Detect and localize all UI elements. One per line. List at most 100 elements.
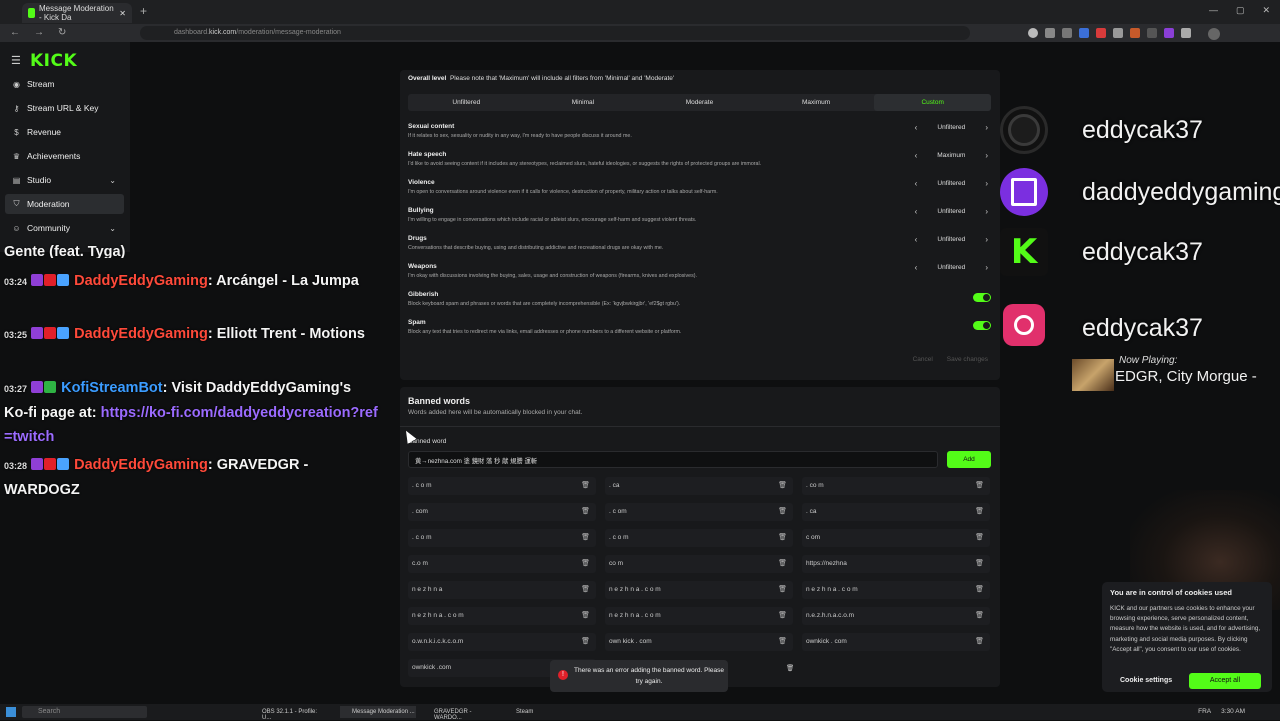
back-icon[interactable]: ← bbox=[10, 27, 20, 38]
banned-word-text: co m bbox=[609, 560, 624, 567]
trash-icon[interactable]: 🗑 bbox=[975, 481, 984, 489]
trash-icon[interactable]: 🗑 bbox=[975, 611, 984, 619]
chevron-right-icon[interactable]: › bbox=[985, 235, 988, 244]
chevron-right-icon[interactable]: › bbox=[985, 151, 988, 160]
chevron-down-icon: ⌄ bbox=[109, 223, 116, 233]
cookie-settings-button[interactable]: Cookie settings bbox=[1120, 677, 1172, 684]
instagram-icon bbox=[1003, 304, 1045, 346]
trash-icon[interactable]: 🗑 bbox=[581, 481, 590, 489]
sidebar-item-moderation[interactable]: ⛉ Moderation bbox=[5, 194, 124, 214]
trash-icon[interactable]: 🗑 bbox=[581, 585, 590, 593]
extension-icon[interactable] bbox=[1062, 28, 1072, 38]
reload-icon[interactable]: ↻ bbox=[58, 27, 66, 38]
extension-icon[interactable] bbox=[1130, 28, 1140, 38]
extension-icon[interactable] bbox=[1028, 28, 1038, 38]
filter-stepper: ‹ Unfiltered › bbox=[914, 235, 988, 244]
chevron-right-icon[interactable]: › bbox=[985, 179, 988, 188]
save-changes-button[interactable]: Save changes bbox=[947, 356, 988, 363]
extension-icon[interactable] bbox=[1147, 28, 1157, 38]
menu-icon[interactable]: ☰ bbox=[11, 54, 21, 67]
trash-icon[interactable]: 🗑 bbox=[975, 637, 984, 645]
taskbar-app-steam[interactable]: Steam bbox=[504, 706, 544, 718]
sidebar-item-achievements[interactable]: ♛ Achievements bbox=[5, 146, 124, 166]
extension-icon[interactable] bbox=[1113, 28, 1123, 38]
taskbar-app-browser[interactable]: Message Moderation ... bbox=[340, 706, 416, 718]
trash-icon[interactable]: 🗑 bbox=[975, 533, 984, 541]
sidebar-item-studio[interactable]: ▤ Studio ⌄ bbox=[5, 170, 124, 190]
sidebar-item-community[interactable]: ☺ Community ⌄ bbox=[5, 218, 124, 238]
chevron-left-icon[interactable]: ‹ bbox=[915, 123, 918, 132]
level-unfiltered[interactable]: Unfiltered bbox=[408, 94, 525, 111]
extension-icon[interactable] bbox=[1079, 28, 1089, 38]
crown-badge-icon bbox=[57, 458, 70, 470]
add-button[interactable]: Add bbox=[947, 451, 991, 468]
extension-icon[interactable] bbox=[1164, 28, 1174, 38]
trash-icon[interactable]: 🗑 bbox=[581, 507, 590, 515]
extension-icon[interactable] bbox=[1181, 28, 1191, 38]
chevron-right-icon[interactable]: › bbox=[985, 263, 988, 272]
trash-icon[interactable]: 🗑 bbox=[975, 507, 984, 515]
trash-icon[interactable]: 🗑 bbox=[778, 637, 787, 645]
taskbar-app-media[interactable]: GRAVEDGR - WARDO... bbox=[422, 706, 498, 721]
trash-icon[interactable]: 🗑 bbox=[778, 507, 787, 515]
kick-logo[interactable]: KICK bbox=[30, 51, 77, 71]
language-indicator[interactable]: FRA bbox=[1198, 708, 1211, 715]
chevron-right-icon[interactable]: › bbox=[985, 123, 988, 132]
gibberish-toggle[interactable] bbox=[973, 293, 991, 302]
cancel-button[interactable]: Cancel bbox=[913, 356, 933, 363]
chevron-left-icon[interactable]: ‹ bbox=[915, 179, 918, 188]
level-custom[interactable]: Custom bbox=[874, 94, 991, 111]
browser-tab[interactable]: Message Moderation - Kick Da ✕ bbox=[22, 3, 132, 23]
dashboard-sidebar: ☰ KICK ◉ Stream ⚷ Stream URL & Key $ Revenu… bbox=[0, 42, 130, 252]
chevron-left-icon[interactable]: ‹ bbox=[915, 263, 918, 272]
broadcaster-badge-icon bbox=[44, 327, 57, 339]
trash-icon[interactable]: 🗑 bbox=[778, 481, 787, 489]
trash-icon[interactable]: 🗑 bbox=[778, 559, 787, 567]
trash-icon[interactable]: 🗑 bbox=[778, 611, 787, 619]
close-window-icon[interactable]: ✕ bbox=[1262, 5, 1270, 16]
crown-badge-icon bbox=[57, 274, 70, 286]
trash-icon[interactable]: 🗑 bbox=[975, 585, 984, 593]
clock[interactable]: 3:30 AM bbox=[1221, 708, 1245, 715]
chevron-left-icon[interactable]: ‹ bbox=[915, 151, 918, 160]
trash-icon[interactable]: 🗑 bbox=[581, 559, 590, 567]
taskbar-search[interactable]: Search bbox=[22, 706, 147, 718]
banned-word-text: n e z h n a . c o m bbox=[609, 612, 661, 619]
sidebar-item-stream[interactable]: ◉ Stream bbox=[5, 74, 124, 94]
filter-bullying: Bullying I'm willing to engage in convers… bbox=[408, 207, 988, 223]
minimize-icon[interactable]: — bbox=[1209, 5, 1218, 16]
level-moderate[interactable]: Moderate bbox=[641, 94, 758, 111]
close-tab-icon[interactable]: ✕ bbox=[119, 9, 126, 18]
sidebar-item-revenue[interactable]: $ Revenue bbox=[5, 122, 124, 142]
trash-icon[interactable]: 🗑 bbox=[778, 585, 787, 593]
url-field[interactable]: dashboard.kick.com/moderation/message-mo… bbox=[140, 26, 970, 40]
sidebar-item-stream-url-key[interactable]: ⚷ Stream URL & Key bbox=[5, 98, 124, 118]
accept-all-button[interactable]: Accept all bbox=[1189, 673, 1261, 689]
spam-toggle[interactable] bbox=[973, 321, 991, 330]
extension-icon[interactable] bbox=[1045, 28, 1055, 38]
profile-avatar[interactable] bbox=[1208, 28, 1220, 40]
album-art bbox=[1072, 359, 1114, 391]
banned-word-item: . ca 🗑 bbox=[605, 477, 793, 495]
trash-icon[interactable]: 🗑 bbox=[581, 533, 590, 541]
maximize-icon[interactable]: ▢ bbox=[1236, 5, 1245, 16]
extension-icon[interactable] bbox=[1096, 28, 1106, 38]
banned-word-item: n e z h n a 🗑 bbox=[408, 581, 596, 599]
banned-word-input[interactable]: 黄→nezhna.com 塗 鏡財 落 秒 献 規謄 運斬 bbox=[408, 451, 938, 468]
trash-icon[interactable]: 🗑 bbox=[581, 637, 590, 645]
trash-icon[interactable]: 🗑 bbox=[581, 611, 590, 619]
social-handles-overlay: eddycak37 daddyeddygaming eddycak37 eddy… bbox=[1000, 96, 1280, 366]
level-minimal[interactable]: Minimal bbox=[525, 94, 642, 111]
trash-icon[interactable]: 🗑 bbox=[778, 533, 787, 541]
trash-icon[interactable]: 🗑 bbox=[975, 559, 984, 567]
trash-icon[interactable]: 🗑 bbox=[782, 659, 794, 677]
chevron-left-icon[interactable]: ‹ bbox=[915, 207, 918, 216]
new-tab-icon[interactable]: + bbox=[140, 4, 147, 18]
start-icon[interactable] bbox=[6, 707, 16, 717]
chevron-left-icon[interactable]: ‹ bbox=[915, 235, 918, 244]
level-maximum[interactable]: Maximum bbox=[758, 94, 875, 111]
chevron-right-icon[interactable]: › bbox=[985, 207, 988, 216]
taskbar-app-obs[interactable]: OBS 32.1.1 - Profile: U... bbox=[250, 706, 318, 721]
filter-drugs: Drugs Conversations that describe buying,… bbox=[408, 235, 988, 251]
forward-icon[interactable]: → bbox=[34, 27, 44, 38]
